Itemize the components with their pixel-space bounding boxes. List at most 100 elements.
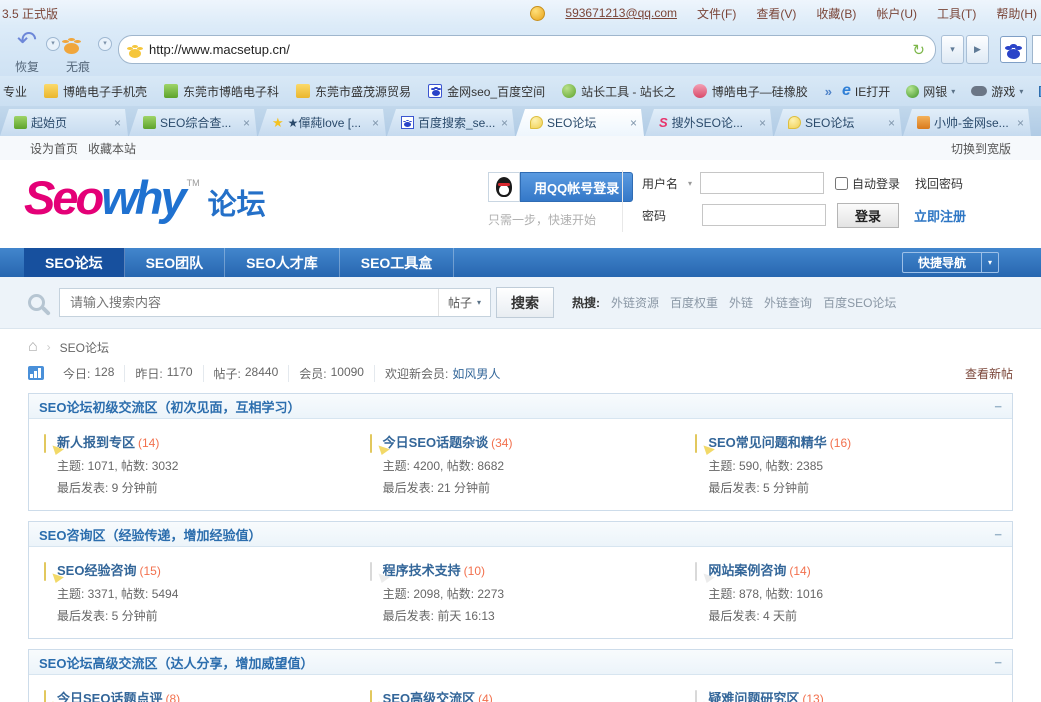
forum-last-post[interactable]: 最后发表: 9 分钟前 [57, 479, 178, 496]
section-title[interactable]: SEO论坛高级交流区（达人分享，增加威望值） [39, 653, 313, 672]
nav-seo-talent[interactable]: SEO人才库 [225, 248, 340, 277]
close-icon[interactable]: × [114, 116, 121, 130]
breadcrumb-current[interactable]: SEO论坛 [60, 339, 109, 356]
hot-link[interactable]: 百度权重 [670, 294, 718, 311]
collapse-icon[interactable]: − [994, 399, 1002, 414]
auto-login-option[interactable]: 自动登录 [835, 175, 900, 192]
nav-seo-forum[interactable]: SEO论坛 [24, 248, 125, 277]
url-history-dropdown-button[interactable]: ▾ [941, 35, 964, 64]
close-icon[interactable]: × [888, 116, 895, 130]
menu-tools[interactable]: 工具(T) [937, 5, 976, 22]
bookmark-item[interactable]: 东莞市盛茂源贸易 [296, 83, 411, 100]
find-password-link[interactable]: 找回密码 [915, 175, 963, 192]
forum-name-link[interactable]: 新人报到专区 [57, 435, 135, 450]
search-input[interactable] [60, 295, 438, 310]
hot-link[interactable]: 外链资源 [611, 294, 659, 311]
nav-seo-team[interactable]: SEO团队 [125, 248, 226, 277]
forum-name-link[interactable]: 今日SEO话题杂谈 [383, 435, 488, 450]
bookmarks-overflow-icon[interactable]: » [825, 84, 832, 99]
forum-item[interactable]: 网站案例咨询(14) 主题: 878, 帖数: 1016 最后发表: 4 天前 [686, 560, 1012, 624]
restore-session-icon[interactable]: ↶ [10, 26, 44, 56]
quick-nav-button[interactable]: 快捷导航 ▾ [902, 252, 999, 273]
tab-start-page[interactable]: 起始页 × [0, 109, 128, 136]
set-homepage-link[interactable]: 设为首页 [30, 140, 78, 157]
close-icon[interactable]: × [243, 116, 250, 130]
open-in-ie-button[interactable]: e IE打开 [842, 82, 890, 100]
username-field[interactable] [700, 172, 824, 194]
forum-name-link[interactable]: 今日SEO话题点评 [57, 691, 162, 702]
refresh-icon[interactable]: ↻ [912, 41, 925, 59]
forum-name-link[interactable]: SEO常见问题和精华 [708, 435, 826, 450]
tab-seo-query[interactable]: SEO综合查... × [129, 109, 257, 136]
bookmark-item[interactable]: 东莞市博皓电子科 [164, 83, 279, 100]
bookmark-item[interactable]: 金网seo_百度空间 [428, 83, 545, 100]
bookmark-item[interactable]: 博皓电子—硅橡胶 [693, 83, 808, 100]
tab-seo-forum-2[interactable]: SEO论坛 × [774, 109, 902, 136]
nav-seo-toolbox[interactable]: SEO工具盒 [340, 248, 455, 277]
bookmark-item[interactable]: 博皓电子手机壳 [44, 83, 147, 100]
bookmark-site-link[interactable]: 收藏本站 [88, 140, 136, 157]
menu-bookmarks[interactable]: 收藏(B) [816, 5, 856, 22]
forum-name-link[interactable]: 网站案例咨询 [708, 563, 786, 578]
forum-last-post[interactable]: 最后发表: 21 分钟前 [383, 479, 513, 496]
forum-last-post[interactable]: 最后发表: 5 分钟前 [708, 479, 851, 496]
hot-link[interactable]: 外链查询 [764, 294, 812, 311]
forum-name-link[interactable]: 程序技术支持 [383, 563, 461, 578]
incognito-paw-icon[interactable] [64, 34, 79, 59]
hot-link[interactable]: 外链 [729, 294, 753, 311]
close-icon[interactable]: × [1017, 116, 1024, 130]
section-title[interactable]: SEO咨询区（经验传递，增加经验值） [39, 525, 261, 544]
close-icon[interactable]: × [372, 116, 379, 130]
section-title[interactable]: SEO论坛初级交流区（初次见面，互相学习） [39, 397, 300, 416]
search-scope-select[interactable]: 帖子 ▾ [438, 289, 490, 316]
url-input[interactable] [149, 42, 912, 57]
forum-last-post[interactable]: 最后发表: 前天 16:13 [383, 607, 504, 624]
online-banking-button[interactable]: 网银 ▾ [906, 83, 955, 100]
chevron-down-icon[interactable]: ▾ [981, 253, 998, 272]
hot-link[interactable]: 百度SEO论坛 [823, 294, 896, 311]
menu-help[interactable]: 帮助(H) [996, 5, 1037, 22]
forum-item[interactable]: 今日SEO话题点评(8) 主题: 625, 帖数: 5028 最后发表: 昨天 … [35, 688, 361, 702]
go-button[interactable]: ▶ [966, 35, 989, 64]
tab-xiaoshuai[interactable]: 小帅-金网se... × [903, 109, 1031, 136]
forum-item[interactable]: 疑难问题研究区(13) 主题: 80, 帖数: 200 最后发表: 昨天 12:… [686, 688, 1012, 702]
username-dropdown-icon[interactable]: ▾ [688, 179, 692, 188]
forum-item[interactable]: SEO常见问题和精华(16) 主题: 590, 帖数: 2385 最后发表: 5… [686, 432, 1012, 496]
menu-file[interactable]: 文件(F) [697, 5, 736, 22]
close-icon[interactable]: × [501, 116, 508, 130]
games-button[interactable]: 游戏 ▾ [971, 83, 1023, 100]
close-icon[interactable]: × [759, 116, 766, 130]
view-new-posts-link[interactable]: 查看新帖 [965, 365, 1013, 382]
forum-item[interactable]: 程序技术支持(10) 主题: 2098, 帖数: 2273 最后发表: 前天 1… [361, 560, 687, 624]
tab-love[interactable]: ★ ★僤蒓love [... × [258, 109, 386, 136]
bookmark-item[interactable]: 站长工具 - 站长之 [562, 83, 676, 100]
seowhy-logo[interactable]: SeowhyTM论坛 [24, 170, 266, 225]
tab-seo-forum-active[interactable]: SEO论坛 × [516, 109, 644, 136]
auto-login-checkbox[interactable] [835, 177, 848, 190]
tab-seowhy[interactable]: S 搜外SEO论... × [645, 109, 773, 136]
forum-name-link[interactable]: 疑难问题研究区 [708, 691, 799, 702]
close-icon[interactable]: × [630, 116, 637, 130]
home-icon[interactable]: ⌂ [28, 338, 38, 356]
switch-wide-link[interactable]: 切换到宽版 [951, 140, 1011, 157]
forum-last-post[interactable]: 最后发表: 4 天前 [708, 607, 823, 624]
account-email-link[interactable]: 593671213@qq.com [565, 6, 677, 20]
sogou-paw-button[interactable] [1000, 36, 1027, 63]
forum-item[interactable]: SEO高级交流区(4) 主题: 153, 帖数: 330 最后发表: 1 小时前 [361, 688, 687, 702]
collapse-icon[interactable]: − [994, 527, 1002, 542]
register-link[interactable]: 立即注册 [914, 206, 966, 225]
tab-baidu-search[interactable]: 百度搜索_se... × [387, 109, 515, 136]
forum-name-link[interactable]: SEO高级交流区 [383, 691, 475, 702]
forum-name-link[interactable]: SEO经验咨询 [57, 563, 136, 578]
forum-item[interactable]: 新人报到专区(14) 主题: 1071, 帖数: 3032 最后发表: 9 分钟… [35, 432, 361, 496]
forum-last-post[interactable]: 最后发表: 5 分钟前 [57, 607, 178, 624]
collapse-icon[interactable]: − [994, 655, 1002, 670]
search-button[interactable]: 搜索 [496, 287, 554, 318]
login-button[interactable]: 登录 [837, 203, 899, 228]
incognito-dropdown-icon[interactable]: ▾ [98, 37, 112, 51]
newest-member-link[interactable]: 如风男人 [452, 365, 500, 382]
restore-dropdown-icon[interactable]: ▾ [46, 37, 60, 51]
menu-account[interactable]: 帐户(U) [876, 5, 917, 22]
forum-item[interactable]: 今日SEO话题杂谈(34) 主题: 4200, 帖数: 8682 最后发表: 2… [361, 432, 687, 496]
password-field[interactable] [702, 204, 826, 226]
